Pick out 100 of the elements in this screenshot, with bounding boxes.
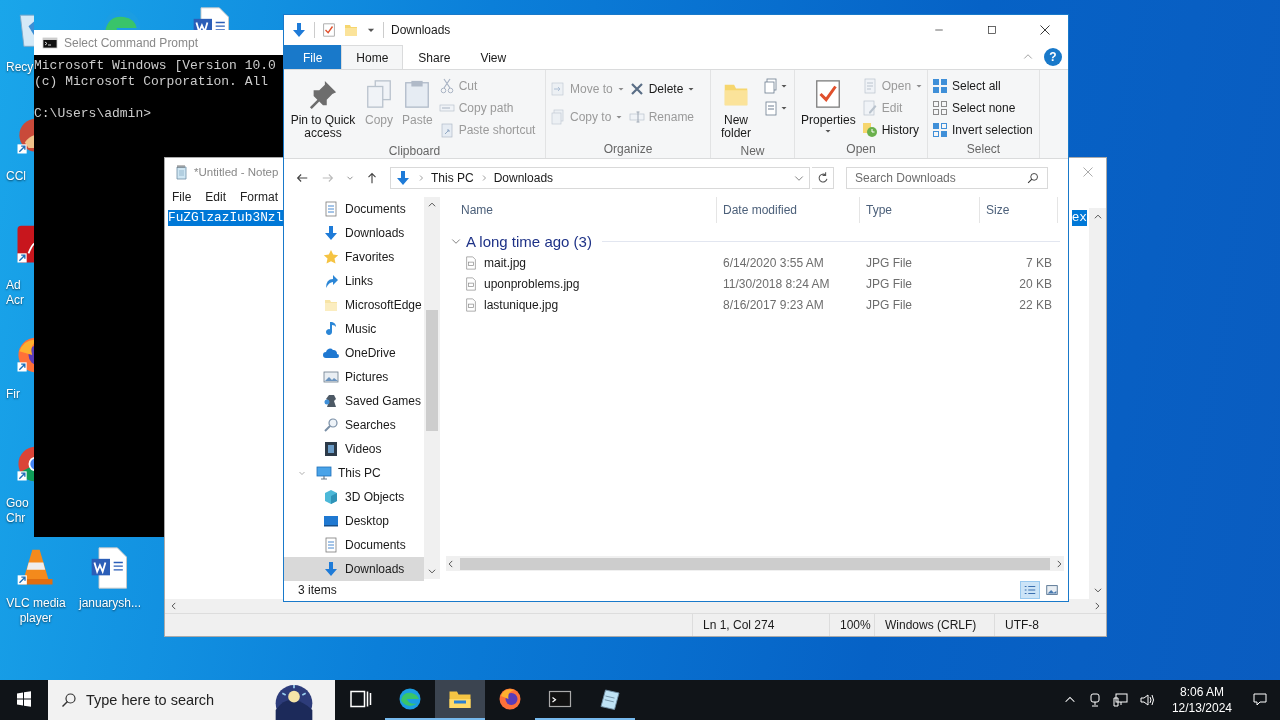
- help-button[interactable]: ?: [1044, 48, 1062, 66]
- table-cell-text: JPG File: [865, 255, 913, 270]
- ribbon-button[interactable]: New folder: [715, 75, 757, 144]
- nav-item[interactable]: Downloads: [284, 557, 424, 581]
- caret-icon: [915, 82, 924, 90]
- nav-item[interactable]: Documents: [284, 533, 424, 557]
- scrollbar[interactable]: [446, 556, 1064, 571]
- breadcrumb[interactable]: This PC: [431, 171, 474, 185]
- scroll-down-icon: [1092, 585, 1103, 595]
- clock-date[interactable]: 12/13/2024: [1171, 700, 1232, 716]
- invert-selection-icon: [932, 122, 948, 138]
- ribbon-tab[interactable]: Home: [341, 45, 404, 69]
- start-logo-icon: [16, 691, 32, 707]
- select-none-icon: [932, 100, 948, 116]
- desktop-icon-label: Chr: [6, 511, 27, 526]
- nav-item[interactable]: OneDrive: [284, 341, 424, 365]
- scrollbar-thumb[interactable]: [460, 557, 1050, 570]
- group-header[interactable]: A long time ago (3): [440, 230, 1068, 252]
- ribbon-button[interactable]: Select all: [932, 75, 1033, 97]
- scrollbar[interactable]: [1089, 208, 1106, 599]
- nav-item[interactable]: Links: [284, 269, 424, 293]
- scroll-right-icon: [1054, 558, 1064, 569]
- console-line: Microsoft Windows [Version 10.0: [34, 58, 277, 74]
- window-title: Downloads: [391, 23, 451, 37]
- film-icon: [323, 441, 339, 457]
- notification-icon: [1252, 691, 1268, 707]
- forward-arrow-icon: [321, 171, 335, 185]
- menu-item[interactable]: Edit: [198, 190, 234, 204]
- desktop-icon-label: VLC media player: [6, 596, 66, 626]
- nav-item[interactable]: MicrosoftEdge: [284, 293, 424, 317]
- menu-item[interactable]: File: [165, 190, 199, 204]
- desktop-icon-label: januarysh...: [78, 596, 141, 611]
- nav-item[interactable]: Searches: [284, 413, 424, 437]
- address-bar[interactable]: This PC Downloads: [390, 167, 810, 189]
- nav-item[interactable]: This PC: [284, 461, 424, 485]
- search-field[interactable]: Type here to search: [48, 680, 335, 720]
- caret-icon: [616, 85, 625, 93]
- breadcrumb[interactable]: Downloads: [493, 171, 554, 185]
- back-arrow-icon: [295, 171, 309, 185]
- folder-icon: [323, 297, 339, 313]
- ribbon-tab[interactable]: File: [284, 45, 342, 69]
- image-file-icon: [464, 255, 478, 270]
- properties-icon[interactable]: [322, 23, 336, 37]
- table-cell-text: 20 KB: [1018, 276, 1053, 291]
- ribbon-group-label: Open: [845, 142, 877, 158]
- ribbon-button[interactable]: Delete: [628, 75, 696, 103]
- file-name[interactable]: mait.jpg: [484, 255, 527, 270]
- new-item-icon: [763, 78, 779, 94]
- refresh-button[interactable]: [812, 167, 834, 189]
- menu-item[interactable]: Format: [233, 190, 286, 204]
- edit-icon: [861, 100, 878, 116]
- column-header[interactable]: Date modified: [717, 197, 860, 223]
- ribbon-group-label: Organize: [602, 142, 654, 158]
- search-field[interactable]: Search Downloads: [846, 167, 1048, 189]
- clock-time[interactable]: 8:06 AM: [1179, 684, 1224, 700]
- download-arrow-icon[interactable]: [291, 22, 307, 38]
- caret-icon: [780, 104, 788, 112]
- table-cell-text: 8/16/2017 9:23 AM: [722, 297, 825, 312]
- taskbar-button[interactable]: [435, 680, 485, 720]
- scrollbar-thumb[interactable]: [426, 310, 438, 431]
- nav-item[interactable]: Saved Games: [284, 389, 424, 413]
- speaker-icon[interactable]: [1138, 692, 1155, 708]
- ribbon-button[interactable]: Properties: [799, 75, 858, 139]
- column-header[interactable]: Size: [980, 197, 1058, 223]
- nav-item[interactable]: Music: [284, 317, 424, 341]
- ribbon-button[interactable]: Pin to Quick access: [288, 75, 358, 144]
- ribbon-group-label: New: [739, 144, 766, 160]
- scroll-right-icon: [1092, 601, 1102, 611]
- desktop-icon-label: CCl: [6, 169, 26, 184]
- nav-item[interactable]: 3D Objects: [284, 485, 424, 509]
- move-to-icon: [550, 81, 566, 97]
- ribbon-group-label: Clipboard: [387, 144, 442, 160]
- nav-item[interactable]: Pictures: [284, 365, 424, 389]
- close-icon: [1082, 166, 1094, 178]
- music-note-icon: [323, 321, 339, 337]
- nav-item[interactable]: Desktop: [284, 509, 424, 533]
- delete-icon: [628, 81, 645, 97]
- file-name[interactable]: lastunique.jpg: [484, 297, 559, 312]
- nav-item[interactable]: Downloads: [284, 221, 424, 245]
- column-header[interactable]: Name: [440, 197, 717, 223]
- ribbon-tab[interactable]: Share: [403, 45, 466, 69]
- document-icon: [323, 537, 339, 553]
- scrollbar[interactable]: [424, 197, 440, 579]
- table-cell-text: JPG File: [865, 276, 913, 291]
- large-icons-view-icon: [1045, 583, 1059, 597]
- open-icon: [861, 78, 878, 94]
- window-title: Select Command Prompt: [64, 35, 199, 50]
- copy-icon: [364, 79, 394, 109]
- file-name[interactable]: uponproblems.jpg: [484, 276, 580, 291]
- ribbon-tab[interactable]: View: [465, 45, 522, 69]
- ribbon-button[interactable]: History: [861, 119, 924, 141]
- nav-item[interactable]: Documents: [284, 197, 424, 221]
- view-button[interactable]: [1020, 581, 1040, 599]
- ribbon-button[interactable]: Select none: [932, 97, 1033, 119]
- network-icon[interactable]: [1112, 692, 1129, 708]
- column-header[interactable]: Type: [860, 197, 980, 223]
- nav-item[interactable]: Videos: [284, 437, 424, 461]
- ribbon-button[interactable]: Invert selection: [932, 119, 1033, 141]
- desktop-icon: [323, 513, 339, 529]
- nav-item[interactable]: Favorites: [284, 245, 424, 269]
